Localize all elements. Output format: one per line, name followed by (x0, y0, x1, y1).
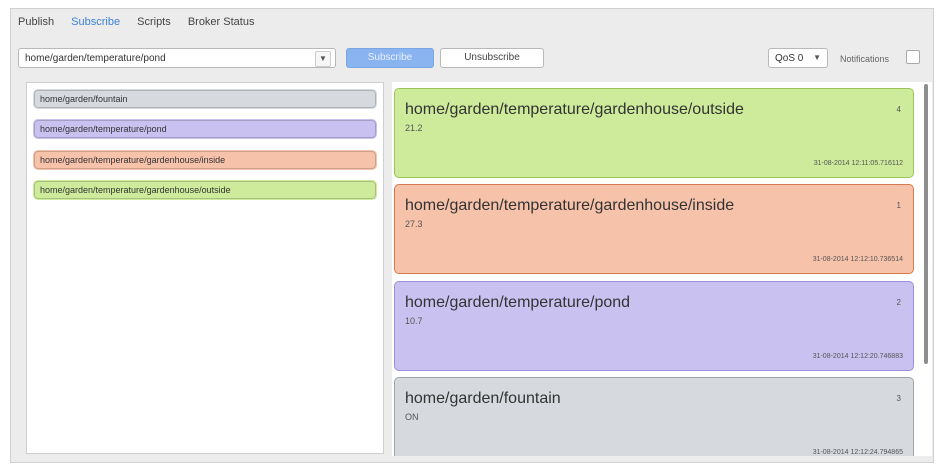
messages-scrollbar[interactable] (924, 84, 928, 364)
message-card[interactable]: home/garden/fountain ON 3 31-08-2014 12:… (394, 377, 914, 456)
subscribed-topics-list: home/garden/fountain home/garden/tempera… (26, 82, 384, 454)
list-item[interactable]: home/garden/temperature/gardenhouse/outs… (33, 180, 377, 200)
message-payload: 27.3 (405, 219, 423, 229)
tab-subscribe[interactable]: Subscribe (71, 16, 120, 28)
message-count: 4 (896, 105, 901, 114)
message-payload: 10.7 (405, 316, 423, 326)
message-card[interactable]: home/garden/temperature/gardenhouse/insi… (394, 184, 914, 274)
notifications-label: Notifications (840, 54, 890, 64)
list-item[interactable]: home/garden/temperature/gardenhouse/insi… (33, 150, 377, 170)
message-timestamp: 31-08-2014 12:12:20.746883 (812, 353, 903, 360)
topic-label: home/garden/temperature/gardenhouse/insi… (40, 155, 226, 165)
qos-value: QoS 0 (775, 53, 804, 64)
message-card[interactable]: home/garden/temperature/pond 10.7 2 31-0… (394, 281, 914, 371)
message-count: 1 (896, 201, 901, 210)
message-timestamp: 31-08-2014 12:12:24.794865 (812, 449, 903, 456)
topic-label: home/garden/temperature/pond (40, 124, 167, 134)
notifications-checkbox[interactable] (906, 50, 920, 64)
topic-label: home/garden/fountain (40, 94, 128, 104)
topic-label: home/garden/temperature/gardenhouse/outs… (40, 185, 231, 195)
message-count: 3 (896, 394, 901, 403)
qos-select[interactable]: QoS 0 ▼ (768, 48, 828, 68)
message-topic: home/garden/temperature/gardenhouse/insi… (405, 197, 735, 214)
message-topic: home/garden/temperature/pond (405, 294, 631, 311)
messages-panel: home/garden/temperature/gardenhouse/outs… (392, 82, 932, 456)
message-count: 2 (896, 298, 901, 307)
subscribe-toolbar: home/garden/temperature/pond ▼ Subscribe… (18, 44, 922, 72)
chevron-down-icon: ▼ (813, 53, 821, 62)
subscribe-button[interactable]: Subscribe (346, 48, 434, 68)
message-timestamp: 31-08-2014 12:11:05.716112 (813, 160, 903, 167)
message-card[interactable]: home/garden/temperature/gardenhouse/outs… (394, 88, 914, 178)
message-payload: ON (405, 412, 419, 422)
tab-bar: Publish Subscribe Scripts Broker Status (18, 16, 268, 28)
message-topic: home/garden/fountain (405, 390, 561, 407)
tab-scripts[interactable]: Scripts (137, 16, 171, 28)
topic-combo-value: home/garden/temperature/pond (25, 53, 166, 64)
message-payload: 21.2 (405, 123, 423, 133)
tab-publish[interactable]: Publish (18, 16, 54, 28)
topic-combo-box[interactable]: home/garden/temperature/pond ▼ (18, 48, 336, 68)
message-topic: home/garden/temperature/gardenhouse/outs… (405, 101, 744, 118)
list-item[interactable]: home/garden/fountain (33, 89, 377, 109)
tab-broker-status[interactable]: Broker Status (188, 16, 255, 28)
message-timestamp: 31-08-2014 12:12:10.736514 (812, 256, 903, 263)
list-item[interactable]: home/garden/temperature/pond (33, 119, 377, 139)
chevron-down-icon[interactable]: ▼ (315, 51, 331, 67)
unsubscribe-button[interactable]: Unsubscribe (440, 48, 544, 68)
